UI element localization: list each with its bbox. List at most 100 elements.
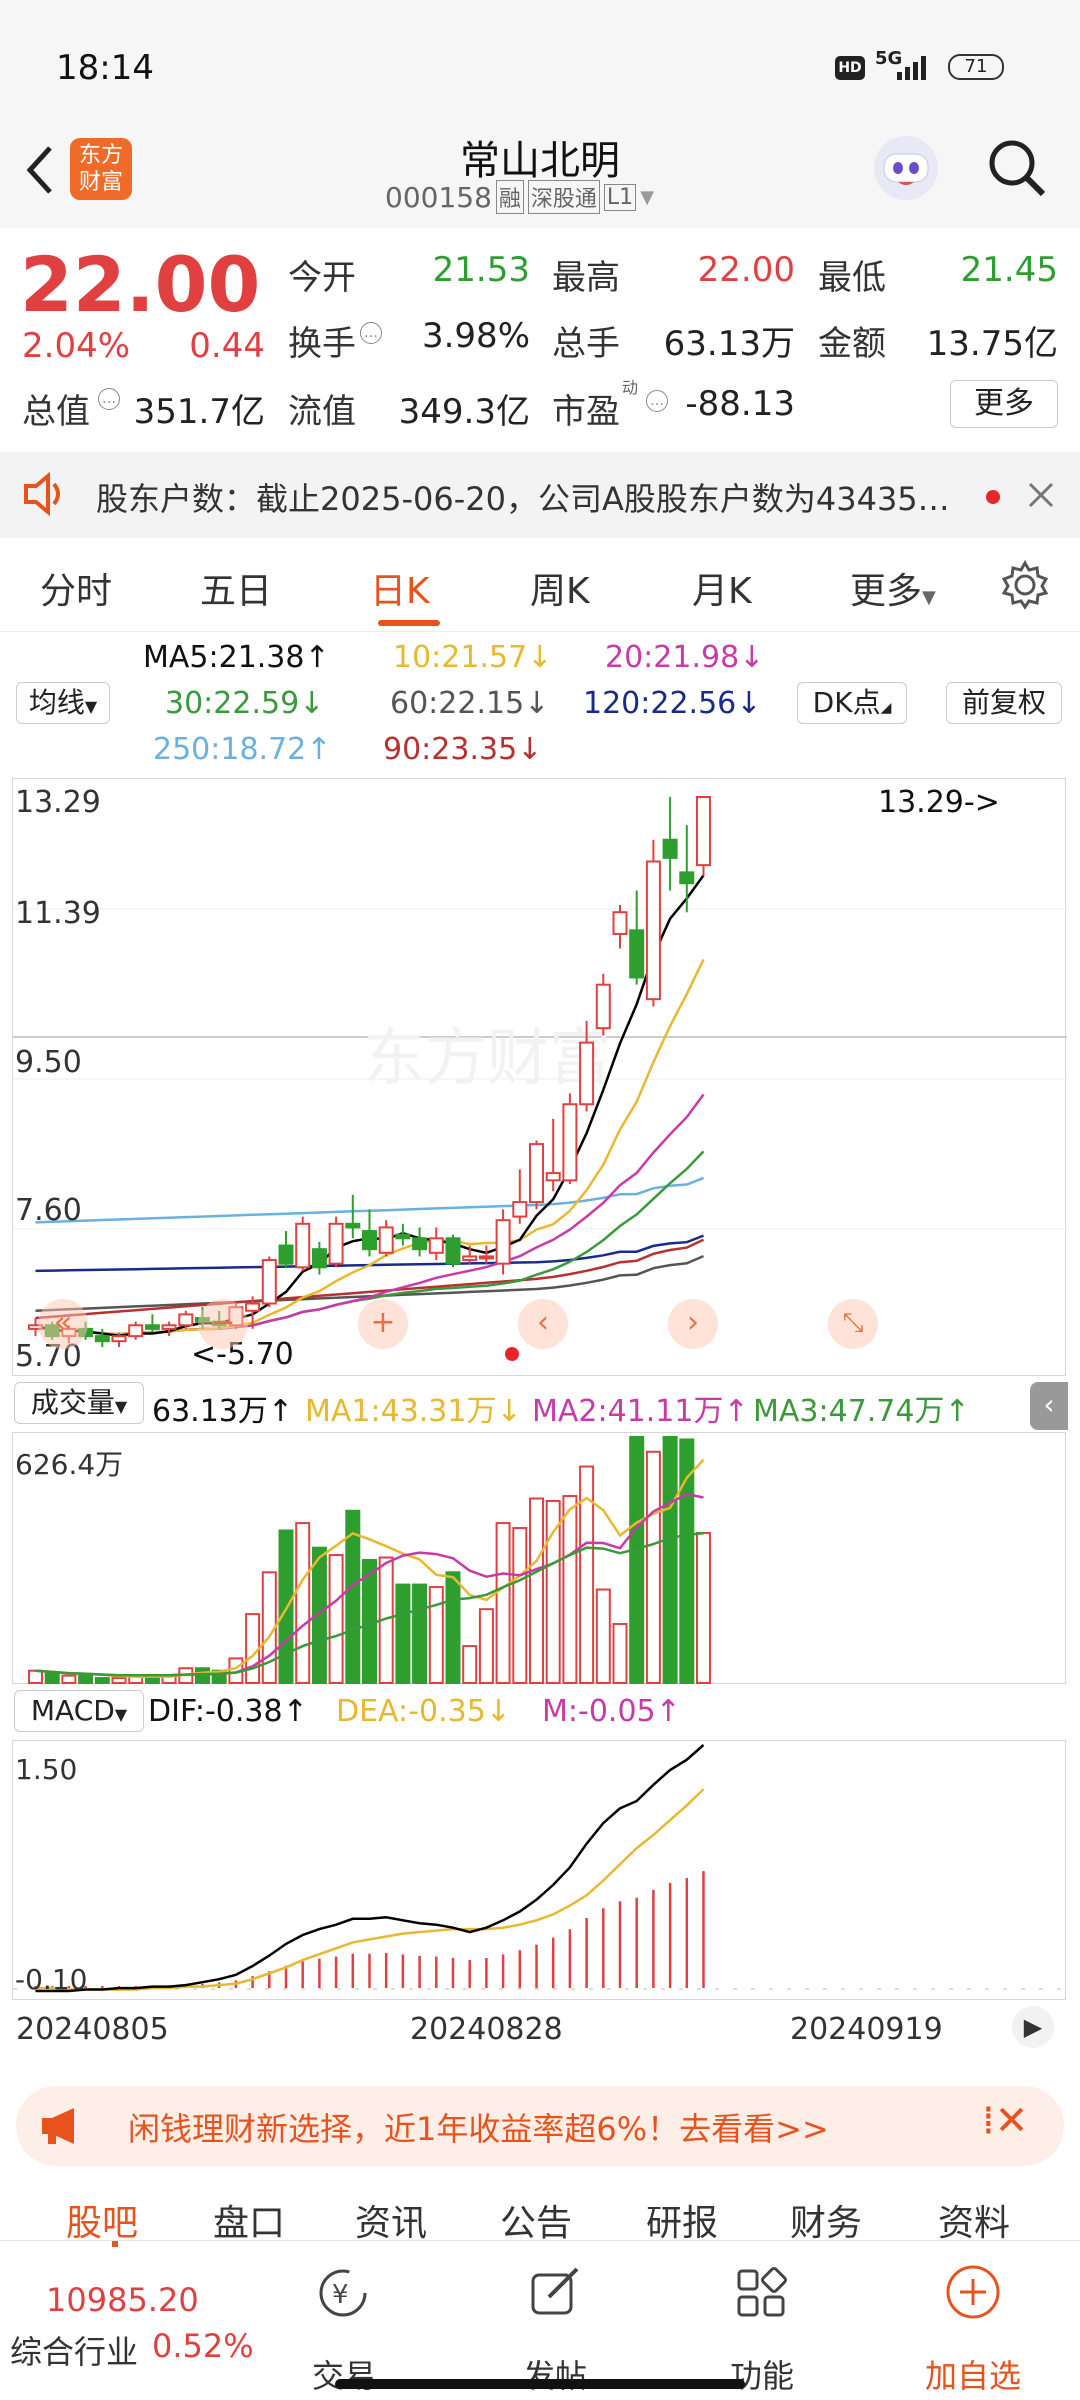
ma120-value: 120:22.56↓ xyxy=(583,686,762,721)
price-adjust-button[interactable]: 前复权 xyxy=(946,682,1062,724)
notice-text: 股东户数：截止2025-06-20，公司A股股东户数为43435… xyxy=(96,480,950,518)
dk-point-button[interactable]: DK点◢ xyxy=(797,682,907,724)
add-watchlist-button[interactable]: 加自选 xyxy=(913,2351,1033,2397)
stock-code-row[interactable]: 000158 融 深股通 L1 ▼ xyxy=(385,180,654,214)
post-button[interactable]: 发帖 xyxy=(495,2351,615,2397)
change-amount: 0.44 xyxy=(189,326,265,366)
fullscreen-icon[interactable]: ⤡ xyxy=(828,1299,878,1349)
info-tabs: 股吧 盘口 资讯 公告 研报 财务 资料 xyxy=(0,2180,1080,2244)
index-value[interactable]: 10985.20 xyxy=(46,2281,199,2319)
tab-profile[interactable]: 资料 xyxy=(938,2194,1010,2246)
candle xyxy=(495,1219,511,1265)
tab-five-day[interactable]: 五日 xyxy=(200,562,272,614)
float-value: 349.3亿 xyxy=(398,392,530,432)
scroll-left-icon[interactable]: ‹ xyxy=(518,1299,568,1349)
tab-monthly-k[interactable]: 月K xyxy=(692,562,752,614)
low-value: 21.45 xyxy=(960,250,1058,290)
volume-svg xyxy=(28,1436,711,1685)
candle xyxy=(245,1302,261,1312)
date-label-2: 20240828 xyxy=(410,2012,563,2047)
info-icon[interactable]: … xyxy=(360,322,382,344)
tab-research[interactable]: 研报 xyxy=(646,2194,718,2246)
volume-header: 成交量▼ 63.13万↑ MA1:43.31万↓ MA2:41.11万↑ MA3… xyxy=(0,1378,1080,1432)
robot-assistant-icon[interactable] xyxy=(870,132,942,204)
volume-label: 总手 xyxy=(552,324,620,364)
ad-banner[interactable]: 闲钱理财新选择，近1年收益率超6%！去看看>> ⁞✕ xyxy=(16,2086,1064,2166)
tab-weekly-k[interactable]: 周K xyxy=(530,562,590,614)
amount-value: 13.75亿 xyxy=(926,324,1058,364)
close-icon[interactable] xyxy=(1026,480,1056,510)
ad-close-icon[interactable]: ⁞✕ xyxy=(982,2098,1028,2144)
high-value: 22.00 xyxy=(697,250,795,290)
tab-announcements[interactable]: 公告 xyxy=(500,2194,572,2246)
hd-badge: HD xyxy=(835,56,865,80)
date-axis: 20240805 20240828 20240919 ▶ xyxy=(0,2000,1080,2056)
high-marker: 13.29-> xyxy=(878,785,1000,820)
index-percent: 0.52% xyxy=(152,2327,254,2365)
y-label-4: 7.60 xyxy=(15,1193,82,1228)
scroll-right-icon[interactable]: › xyxy=(668,1299,718,1349)
tab-more-label: 更多 xyxy=(850,571,923,612)
candle xyxy=(94,1335,110,1343)
dropdown-icon: ▼ xyxy=(114,1705,128,1724)
macd-svg xyxy=(13,1744,1067,1993)
macd-dif: DIF:-0.38↑ xyxy=(148,1694,308,1729)
date-label-1: 20240805 xyxy=(16,2012,169,2047)
volume-bar xyxy=(662,1436,678,1684)
pe-label: 市盈 xyxy=(552,392,620,432)
ma-selector[interactable]: 均线▼ xyxy=(16,682,110,724)
home-indicator xyxy=(335,2379,745,2389)
candle xyxy=(345,1222,361,1229)
functions-button[interactable]: 功能 xyxy=(702,2351,822,2397)
volume-bar xyxy=(395,1583,411,1685)
notice-bar[interactable]: 股东户数：截止2025-06-20，公司A股股东户数为43435… xyxy=(0,452,1080,538)
tab-financials[interactable]: 财务 xyxy=(790,2194,862,2246)
pe-value: -88.13 xyxy=(685,384,795,424)
macd-header: MACD▼ DIF:-0.38↑ DEA:-0.35↓ M:-0.05↑ xyxy=(0,1686,1080,1740)
info-icon[interactable]: … xyxy=(646,390,668,412)
volume-bar xyxy=(545,1499,561,1684)
period-tabs: 分时 五日 日K 周K 月K 更多▼ xyxy=(0,540,1080,632)
volume-chart[interactable]: 626.4万 xyxy=(12,1432,1066,1685)
dropdown-icon: ◢ xyxy=(880,700,892,716)
candle xyxy=(278,1244,294,1265)
open-value: 21.53 xyxy=(432,250,530,290)
date-label-3: 20240919 xyxy=(790,2012,943,2047)
tab-daily-k[interactable]: 日K xyxy=(370,562,430,614)
zoom-in-icon[interactable]: + xyxy=(358,1299,408,1349)
tab-forum[interactable]: 股吧 xyxy=(66,2194,138,2246)
macd-selector[interactable]: MACD▼ xyxy=(14,1690,144,1732)
volume-bar xyxy=(612,1622,628,1685)
ma250-value: 250:18.72↑ xyxy=(153,732,332,767)
trade-button[interactable]: 交易 xyxy=(284,2351,404,2397)
more-button[interactable]: 更多 xyxy=(950,380,1058,428)
tab-news[interactable]: 资讯 xyxy=(355,2194,427,2246)
info-icon[interactable]: … xyxy=(98,388,120,410)
tab-more[interactable]: 更多▼ xyxy=(850,562,936,614)
ma90-value: 90:23.35↓ xyxy=(383,732,543,767)
tab-intraday[interactable]: 分时 xyxy=(40,562,112,614)
volume-bar xyxy=(478,1608,494,1684)
vol-ma2: MA2:41.11万↑ xyxy=(532,1394,749,1429)
zoom-out-icon[interactable]: − xyxy=(198,1299,248,1349)
volume-bar xyxy=(61,1674,77,1684)
speaker-icon xyxy=(24,472,60,516)
macd-chart[interactable]: 1.50 -0.10 xyxy=(12,1740,1067,2000)
grid-icon xyxy=(737,2267,787,2317)
volume-bar xyxy=(94,1677,110,1685)
kline-chart[interactable]: 东方财富 13.29 11.39 9.50 7.60 5.70 13.29-> … xyxy=(12,778,1067,1376)
dk-point-label: DK点 xyxy=(812,686,881,719)
candle xyxy=(144,1324,160,1330)
unread-dot xyxy=(986,490,1000,504)
signal-icon xyxy=(897,56,926,80)
candle xyxy=(562,1103,578,1182)
volume-selector[interactable]: 成交量▼ xyxy=(14,1382,144,1424)
scroll-left-fast-icon[interactable]: « xyxy=(38,1299,88,1349)
collapse-panel-icon[interactable]: ‹ xyxy=(1030,1382,1068,1430)
play-icon[interactable]: ▶ xyxy=(1012,2006,1054,2048)
volume-bar xyxy=(245,1613,261,1684)
tab-orderbook[interactable]: 盘口 xyxy=(213,2194,285,2246)
candle xyxy=(128,1324,144,1338)
search-icon[interactable] xyxy=(985,136,1049,200)
gear-icon[interactable] xyxy=(1000,560,1050,610)
